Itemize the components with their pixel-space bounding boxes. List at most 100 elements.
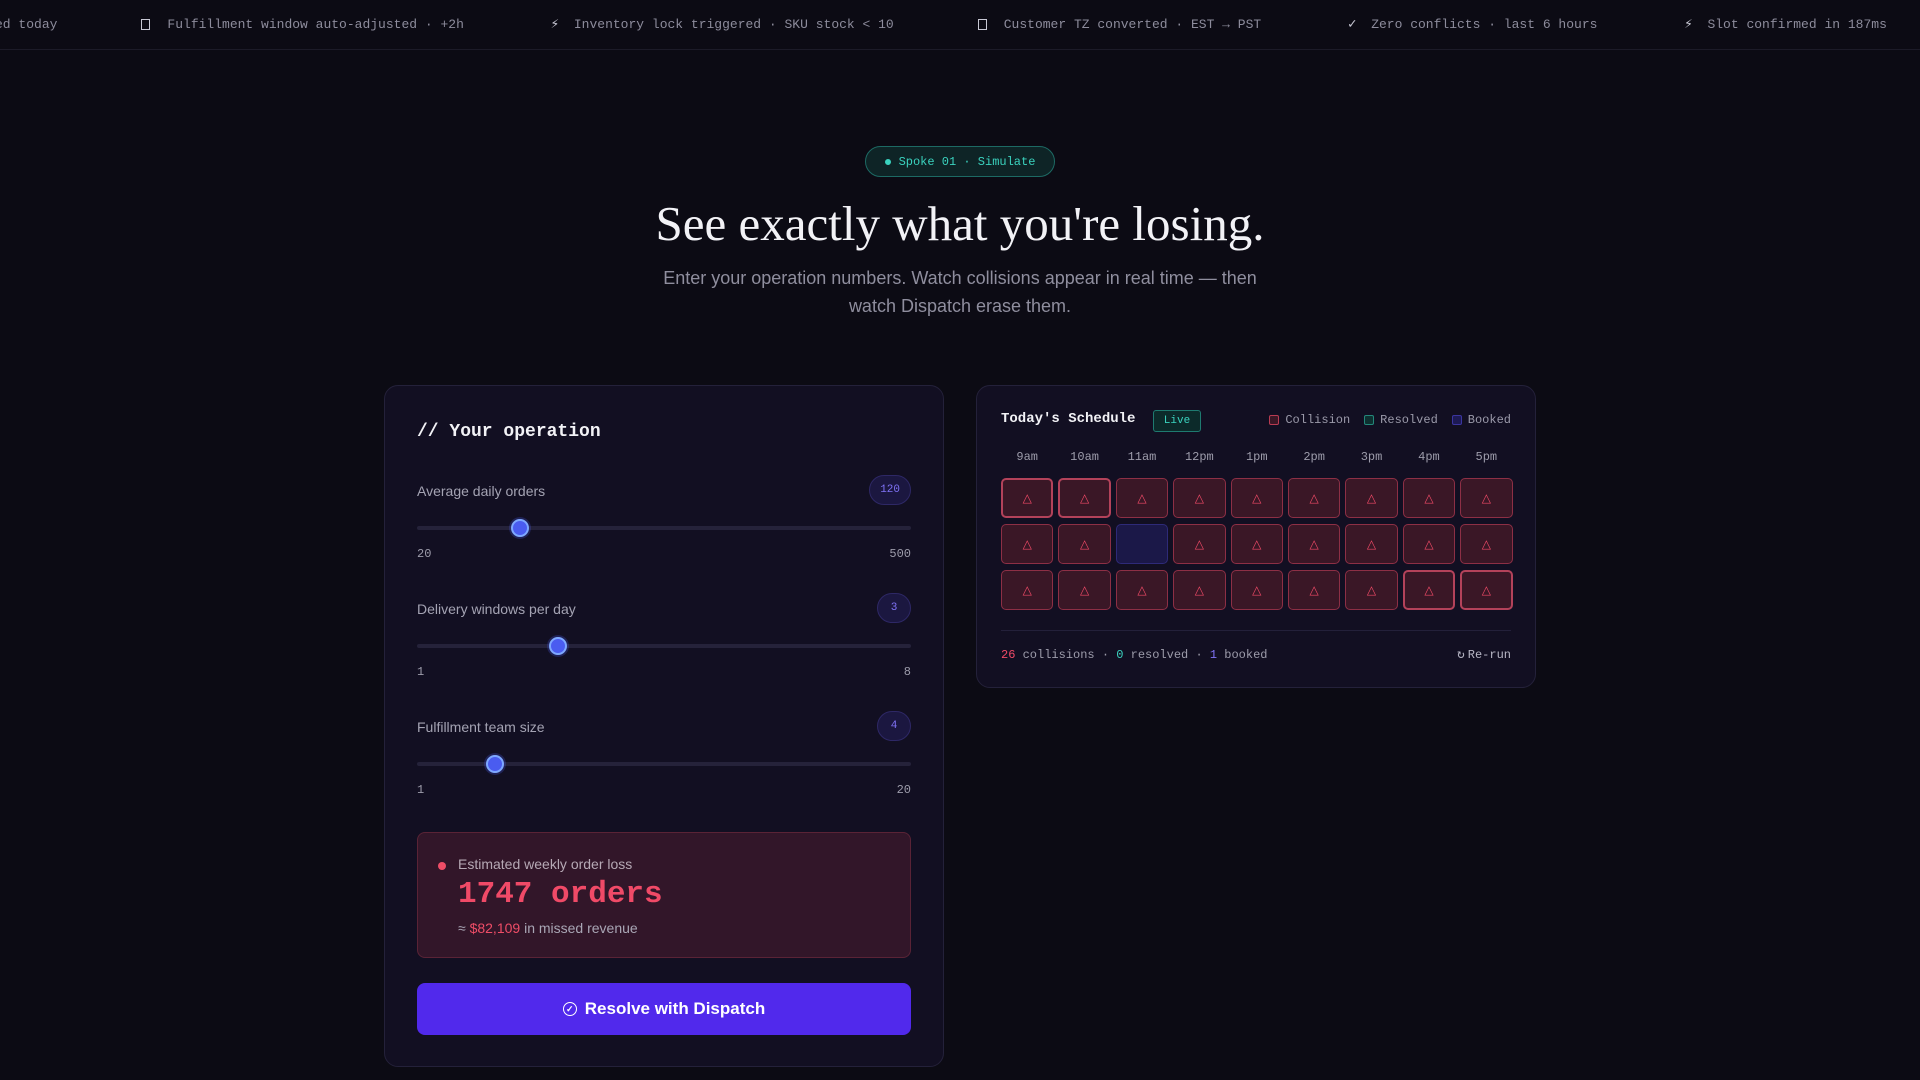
warning-icon: △ [1481,583,1491,597]
booked-label: booked [1217,648,1268,662]
legend-collision: Collision [1269,413,1350,427]
revenue-prefix: ≈ [458,920,470,936]
schedule-grid: △ △ △ △ △ △ △ △ △ △ △ △ △ △ △ △ △ △ △ △ △ △ △ △ △ △ [1001,478,1513,610]
schedule-slot-collision[interactable]: △ [1402,524,1456,564]
schedule-slot-collision[interactable]: △ [1173,524,1226,564]
section-badge-label: Spoke 01 · Simulate [898,154,1036,169]
schedule-slot-collision[interactable]: △ [1460,478,1513,518]
schedule-slot-collision[interactable]: △ [1460,570,1513,610]
warning-icon: △ [1366,583,1377,597]
check-icon: ✓ [1347,16,1357,33]
warning-icon: △ [1252,583,1262,597]
warning-icon: △ [1309,583,1319,597]
schedule-slot-collision[interactable]: △ [1001,478,1054,518]
schedule-slot-collision[interactable]: △ [1287,478,1341,518]
schedule-slot-booked[interactable] [1115,524,1169,564]
time-label: 2pm [1303,450,1325,464]
calendar-icon [977,18,987,30]
daily-orders-field: Average daily orders 120 20 500 [417,475,911,566]
time-label: 4pm [1418,450,1440,464]
schedule-slot-collision[interactable]: △ [1173,570,1226,610]
schedule-slot-collision[interactable]: △ [1001,524,1054,564]
schedule-slot-collision[interactable]: △ [1287,570,1341,610]
delivery-windows-field: Delivery windows per day 3 1 8 [417,593,911,684]
warning-icon: △ [1366,491,1377,505]
booked-swatch-icon [1451,415,1462,425]
rerun-button[interactable]: ↻ Re-run [1457,647,1511,662]
slider-track[interactable] [417,644,911,648]
slider-max-label: 8 [903,665,911,679]
loss-label: Estimated weekly order loss [458,856,633,872]
live-badge: Live [1153,410,1201,432]
bolt-icon: ⚡ [550,16,560,33]
slider-min-label: 1 [417,783,425,797]
field-label: Delivery windows per day [417,601,576,617]
time-label: 5pm [1475,450,1498,464]
warning-icon: △ [1424,491,1434,505]
time-label: 12pm [1184,450,1214,464]
schedule-slot-collision[interactable]: △ [1058,570,1111,610]
warning-icon: △ [1194,537,1204,551]
collisions-label: collisions · [1015,648,1117,662]
schedule-slot-collision[interactable]: △ [1230,524,1283,564]
ticker-item: Fulfillment window auto-adjusted · +2h [141,17,464,32]
warning-icon: △ [1079,537,1090,551]
warning-icon: △ [1137,491,1147,505]
collision-swatch-icon [1269,415,1280,425]
slider-track[interactable] [417,526,911,530]
schedule-panel: Today's Schedule Live Collision Resolved… [976,385,1536,688]
ticker-text: Customer TZ converted · EST → PST [1003,16,1262,32]
schedule-slot-collision[interactable]: △ [1460,524,1513,564]
activity-ticker: patched today Fulfillment window auto-adj… [0,0,1920,50]
resolve-button[interactable]: ✓ Resolve with Dispatch [417,983,911,1035]
check-circle-icon: ✓ [562,1002,577,1016]
ticker-text: patched today [0,16,58,32]
schedule-slot-collision[interactable]: △ [1345,524,1398,564]
schedule-slot-collision[interactable]: △ [1230,478,1283,518]
warning-icon: △ [1252,491,1262,505]
ticker-item: Customer TZ converted · EST → PST [977,16,1262,32]
resolved-label: resolved · [1123,648,1210,662]
schedule-slot-collision[interactable]: △ [1402,478,1456,518]
legend-label: Booked [1467,413,1511,427]
schedule-title: Today's Schedule [1001,411,1136,427]
legend-resolved: Resolved [1364,413,1438,427]
schedule-slot-collision[interactable]: △ [1001,570,1054,610]
weekly-loss-panel: Estimated weekly order loss 1747 orders … [417,832,911,958]
field-value-badge: 3 [877,593,911,623]
legend-label: Resolved [1380,413,1438,427]
time-label: 9am [1016,450,1038,464]
legend-booked: Booked [1451,413,1511,427]
field-value-badge: 120 [869,475,911,505]
field-label: Fulfillment team size [417,719,545,735]
schedule-slot-collision[interactable]: △ [1345,570,1398,610]
slider-thumb[interactable] [549,637,568,655]
schedule-slot-collision[interactable]: △ [1115,478,1169,518]
warning-icon: △ [1079,491,1090,505]
slider-min-label: 20 [417,547,432,561]
warning-icon: △ [1022,491,1032,505]
schedule-slot-collision[interactable]: △ [1345,478,1398,518]
missed-revenue: ≈ $82,109 in missed revenue [458,920,638,936]
slider-thumb[interactable] [486,755,505,773]
schedule-slot-collision[interactable]: △ [1058,478,1111,518]
ticker-item: ⚡ Slot confirmed in 187ms [1681,16,1887,33]
refresh-icon: ↻ [1456,647,1465,662]
slider-min-label: 1 [417,665,425,679]
collisions-count: 26 [1001,648,1016,662]
page-title: See exactly what you're losing. [655,196,1265,251]
alert-dot-icon [438,862,446,870]
warning-icon: △ [1194,491,1204,505]
operation-title: // Your operation [417,422,601,442]
slider-thumb[interactable] [510,519,529,537]
schedule-slot-collision[interactable]: △ [1402,570,1456,610]
resolved-swatch-icon [1364,415,1375,425]
schedule-slot-collision[interactable]: △ [1058,524,1111,564]
schedule-slot-collision[interactable]: △ [1287,524,1341,564]
schedule-slot-collision[interactable]: △ [1115,570,1169,610]
schedule-slot-collision[interactable]: △ [1230,570,1283,610]
section-badge: Spoke 01 · Simulate [865,146,1055,177]
schedule-slot-collision[interactable]: △ [1173,478,1226,518]
warning-icon: △ [1022,537,1032,551]
rerun-label: Re-run [1467,647,1511,662]
